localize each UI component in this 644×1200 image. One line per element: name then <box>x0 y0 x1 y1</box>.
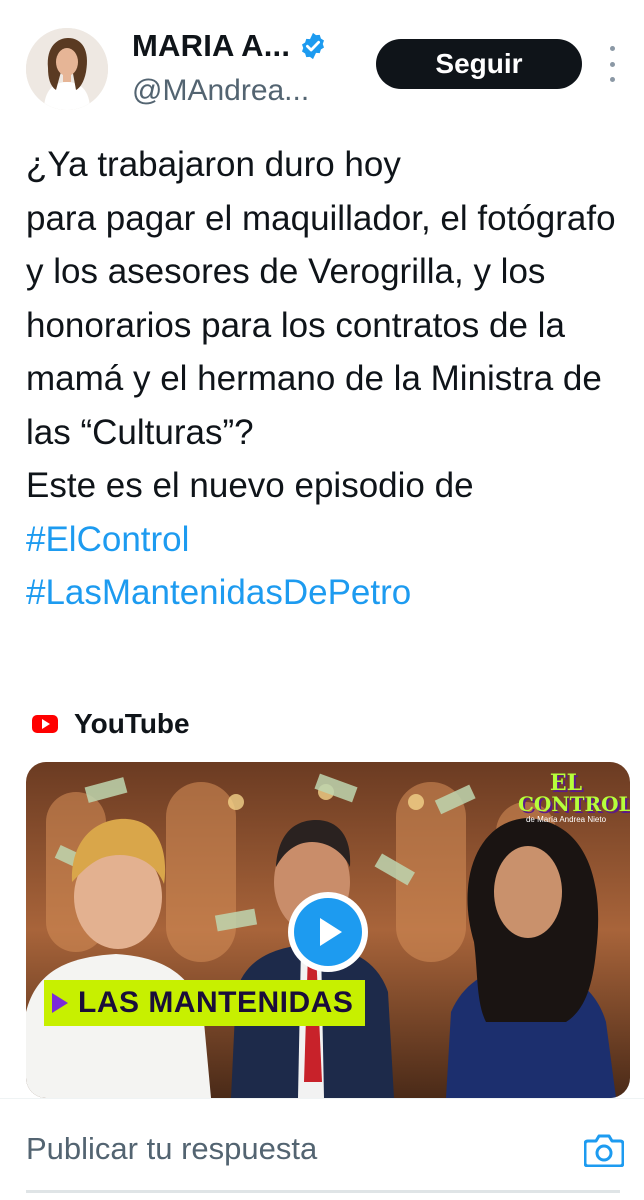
source-label: YouTube <box>74 708 190 739</box>
tweet-header: MARIA A... @MAndrea... Seguir <box>0 0 644 130</box>
card-source: YouTube <box>32 708 190 740</box>
tweet-text: ¿Ya trabajaron duro hoy para pagar el ma… <box>26 138 626 620</box>
youtube-icon <box>32 715 58 733</box>
hashtag-link[interactable]: #ElControl <box>26 513 626 567</box>
tweet-body: ¿Ya trabajaron duro hoy para pagar el ma… <box>26 145 616 505</box>
logo-line2: CONTROL <box>518 792 630 816</box>
banner-text: LAS MANTENIDAS <box>78 986 354 1019</box>
play-icon <box>294 898 362 966</box>
logo-line1: EL <box>549 770 583 796</box>
thumbnail-banner: LAS MANTENIDAS <box>44 980 366 1026</box>
name-row: MARIA A... <box>132 28 328 64</box>
reply-input[interactable] <box>26 1131 546 1167</box>
more-options-icon[interactable] <box>606 46 618 82</box>
avatar[interactable] <box>26 28 108 110</box>
reply-bar <box>0 1099 644 1200</box>
play-arrow-icon <box>52 993 68 1013</box>
show-logo: EL CONTROL de María Andrea Nieto <box>518 770 630 824</box>
user-handle[interactable]: @MAndrea... <box>132 74 309 108</box>
play-button[interactable] <box>288 892 368 972</box>
hashtag-link[interactable]: #LasMantenidasDePetro <box>26 566 626 620</box>
logo-subtitle: de María Andrea Nieto <box>525 815 607 824</box>
verified-badge-icon <box>298 31 328 61</box>
display-name[interactable]: MARIA A... <box>132 28 290 64</box>
video-thumbnail[interactable]: EL CONTROL de María Andrea Nieto LAS MAN… <box>26 762 630 1098</box>
camera-icon[interactable] <box>583 1133 625 1168</box>
bottom-line <box>26 1190 620 1193</box>
follow-button[interactable]: Seguir <box>376 39 582 89</box>
